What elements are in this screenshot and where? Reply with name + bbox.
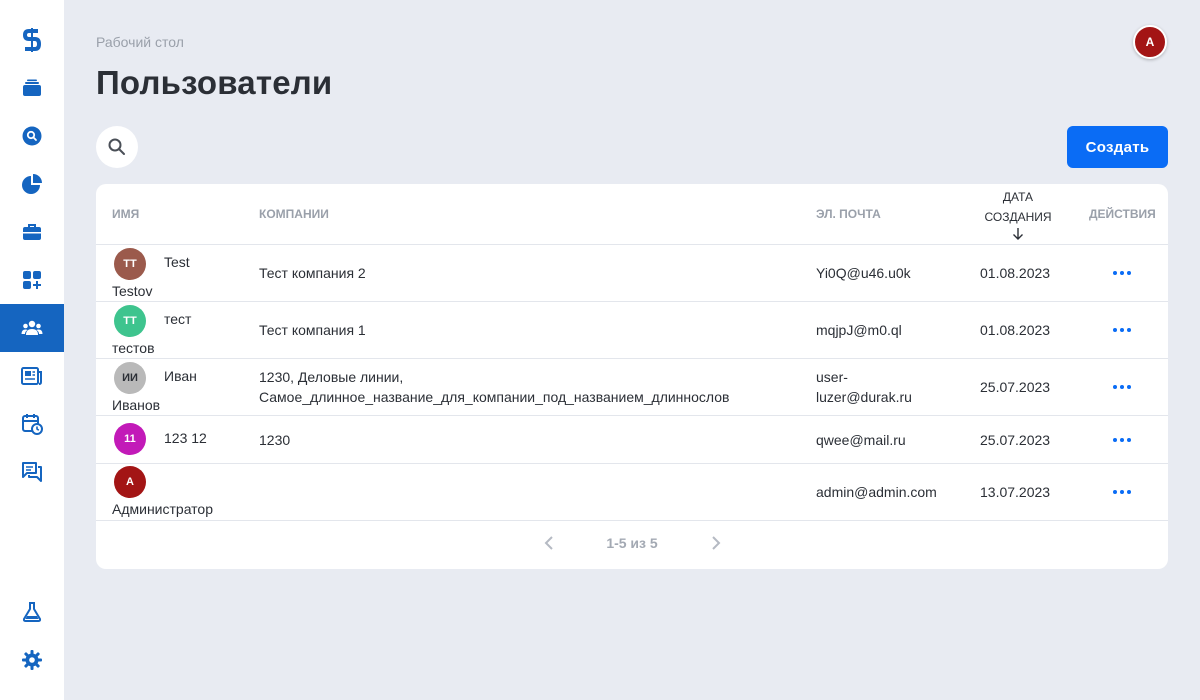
search-circle-icon[interactable] xyxy=(0,112,64,160)
user-first-name: тест xyxy=(164,311,192,327)
header-created[interactable]: ДАТА СОЗДАНИЯ xyxy=(980,184,1056,244)
table-row[interactable]: 11 123 12 1230 qwee@mail.ru 25.07.2023 xyxy=(96,416,1168,463)
create-button[interactable]: Создать xyxy=(1067,126,1168,168)
flask-icon[interactable] xyxy=(0,588,64,636)
user-last-name: Иванов xyxy=(112,397,161,413)
chat-icon[interactable] xyxy=(0,448,64,496)
header-name[interactable]: ИМЯ xyxy=(112,184,139,244)
prev-page-button[interactable] xyxy=(539,533,559,553)
date-cell: 13.07.2023 xyxy=(980,484,1051,500)
table-row[interactable]: А Администратор admin@admin.com 13.07.20… xyxy=(96,464,1168,520)
user-last-name: Администратор xyxy=(112,501,214,517)
users-icon[interactable] xyxy=(0,304,64,352)
row-actions-button[interactable] xyxy=(1112,377,1132,397)
row-actions-button[interactable] xyxy=(1112,430,1132,450)
table-row[interactable]: ТТ Test Testov Тест компания 2 Yi0Q@u46.… xyxy=(96,245,1168,301)
email-cell: qwee@mail.ru xyxy=(816,432,906,448)
pagination: 1-5 из 5 xyxy=(96,520,1168,568)
header-created-line1: ДАТА xyxy=(1002,190,1034,204)
briefcase-icon[interactable] xyxy=(0,208,64,256)
date-cell: 01.08.2023 xyxy=(980,322,1051,338)
stack-icon[interactable] xyxy=(0,64,64,112)
table-row[interactable]: ИИ Иван Иванов 1230, Деловые линии, Само… xyxy=(96,359,1168,415)
avatar: ИИ xyxy=(114,362,146,394)
date-cell: 25.07.2023 xyxy=(980,432,1051,448)
row-actions-button[interactable] xyxy=(1112,482,1132,502)
row-actions-button[interactable] xyxy=(1112,263,1132,283)
avatar: ТТ xyxy=(114,248,146,280)
more-horizontal-icon xyxy=(1113,490,1131,494)
header-email[interactable]: ЭЛ. ПОЧТА xyxy=(816,184,881,244)
header-created-line2: СОЗДАНИЯ xyxy=(984,210,1052,224)
search-button[interactable] xyxy=(96,126,138,168)
company-cell: 1230, Деловые линии, xyxy=(259,369,404,385)
header-actions: ДЕЙСТВИЯ xyxy=(1089,207,1156,221)
user-first-name: Test xyxy=(164,254,190,270)
email-cell: mqjpJ@m0.ql xyxy=(816,322,902,338)
company-cell-line2: Самое_длинное_название_для_компании_под_… xyxy=(259,389,730,405)
email-cell: user- xyxy=(816,369,848,385)
gear-icon[interactable] xyxy=(0,636,64,684)
chevron-right-icon xyxy=(712,536,721,550)
apps-add-icon[interactable] xyxy=(0,256,64,304)
user-first-name: 123 12 xyxy=(164,430,207,446)
breadcrumb[interactable]: Рабочий стол xyxy=(96,34,184,50)
table-row[interactable]: ТТ тест тестов Тест компания 1 mqjpJ@m0.… xyxy=(96,302,1168,358)
more-horizontal-icon xyxy=(1113,385,1131,389)
more-horizontal-icon xyxy=(1113,271,1131,275)
next-page-button[interactable] xyxy=(706,533,726,553)
company-cell: Тест компания 2 xyxy=(259,265,366,281)
logo-icon[interactable] xyxy=(0,20,64,60)
current-user-avatar[interactable]: А xyxy=(1133,25,1167,59)
user-first-name: Иван xyxy=(164,368,197,384)
avatar: 11 xyxy=(114,423,146,455)
sidebar xyxy=(0,0,64,700)
email-cell-line2: luzer@durak.ru xyxy=(816,389,912,405)
user-last-name: Testov xyxy=(112,283,153,299)
date-cell: 25.07.2023 xyxy=(980,379,1051,395)
news-icon[interactable] xyxy=(0,352,64,400)
avatar: А xyxy=(114,466,146,498)
more-horizontal-icon xyxy=(1113,438,1131,442)
date-cell: 01.08.2023 xyxy=(980,265,1051,281)
pagination-range: 1-5 из 5 xyxy=(606,535,658,551)
pie-chart-icon[interactable] xyxy=(0,160,64,208)
company-cell: 1230 xyxy=(259,432,291,448)
chevron-left-icon xyxy=(544,536,553,550)
header-companies[interactable]: КОМПАНИИ xyxy=(259,184,329,244)
more-horizontal-icon xyxy=(1113,328,1131,332)
sort-arrow-down-icon xyxy=(1013,228,1023,240)
user-last-name: тестов xyxy=(112,340,155,356)
email-cell: admin@admin.com xyxy=(816,484,937,500)
users-table: ИМЯ КОМПАНИИ ЭЛ. ПОЧТА ДАТА СОЗДАНИЯ ДЕЙ… xyxy=(96,184,1168,569)
avatar: ТТ xyxy=(114,305,146,337)
page-title: Пользователи xyxy=(96,64,333,101)
email-cell: Yi0Q@u46.u0k xyxy=(816,265,911,281)
row-actions-button[interactable] xyxy=(1112,320,1132,340)
search-icon xyxy=(108,138,125,155)
calendar-clock-icon[interactable] xyxy=(0,400,64,448)
company-cell: Тест компания 1 xyxy=(259,322,366,338)
